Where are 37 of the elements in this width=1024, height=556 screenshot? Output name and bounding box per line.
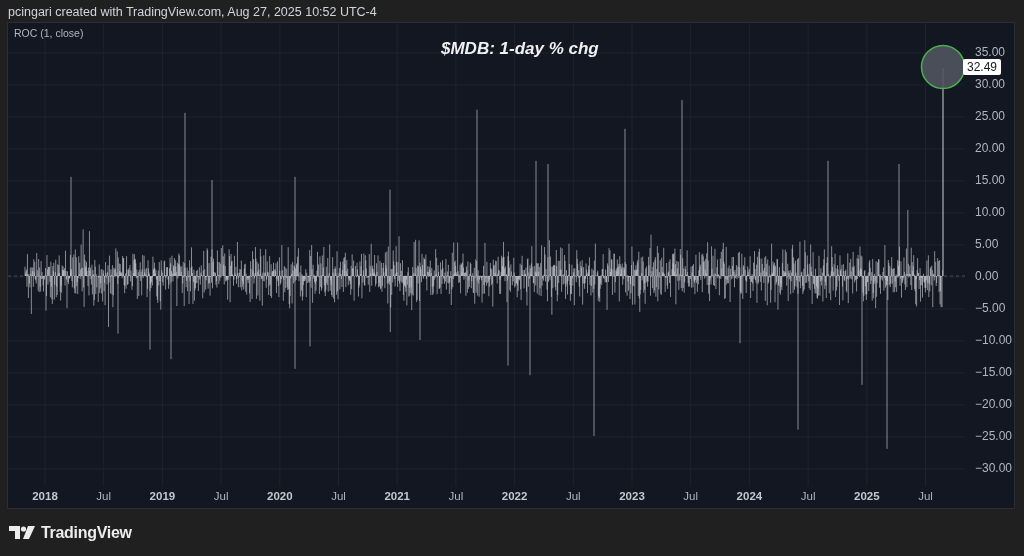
price-axis-label: 35.00 bbox=[975, 45, 1006, 59]
price-axis-label: −5.00 bbox=[975, 301, 1006, 315]
time-axis-label: Jul bbox=[565, 490, 581, 502]
time-axis-label: Jul bbox=[213, 490, 229, 502]
price-axis-label: −25.00 bbox=[975, 429, 1013, 443]
price-axis-label: 10.00 bbox=[975, 205, 1006, 219]
last-value-badge: 32.49 bbox=[963, 59, 1002, 75]
time-axis-label: Jul bbox=[800, 490, 816, 502]
time-axis-label: 2019 bbox=[149, 490, 176, 502]
time-axis-label: 2025 bbox=[854, 490, 880, 502]
price-axis-label: 0.00 bbox=[975, 269, 999, 283]
price-axis-label: −20.00 bbox=[975, 397, 1013, 411]
time-axis-label: 2018 bbox=[32, 490, 58, 502]
time-axis-label: Jul bbox=[683, 490, 699, 502]
time-axis-label: 2021 bbox=[384, 490, 410, 502]
time-axis-label: 2022 bbox=[501, 490, 528, 502]
price-axis-label: −30.00 bbox=[975, 461, 1013, 475]
time-axis-label: 2023 bbox=[619, 490, 645, 502]
time-axis-label: Jul bbox=[96, 490, 112, 502]
attribution-text: pcingari created with TradingView.com, Aug 27, 2025 10:52 UTC-4 bbox=[7, 4, 378, 21]
time-axis-label: Jul bbox=[448, 490, 464, 502]
brand-logo[interactable]: TradingView bbox=[9, 523, 132, 542]
price-axis-label: 5.00 bbox=[975, 237, 999, 251]
price-axis-label: −15.00 bbox=[975, 365, 1013, 379]
time-axis-label: Jul bbox=[918, 490, 933, 502]
price-axis-label: −10.00 bbox=[975, 333, 1013, 347]
time-axis-label: Jul bbox=[331, 490, 346, 502]
price-axis-label: 30.00 bbox=[975, 77, 1006, 91]
price-axis-label: 20.00 bbox=[975, 141, 1006, 155]
price-axis-label: 15.00 bbox=[975, 173, 1006, 187]
time-axis-label: 2024 bbox=[736, 490, 763, 502]
time-axis-label: 2020 bbox=[267, 490, 293, 502]
price-axis-label: 25.00 bbox=[975, 109, 1006, 123]
logo-icon bbox=[9, 525, 35, 540]
indicator-legend: ROC (1, close) bbox=[14, 27, 84, 39]
chart-title: $MDB: 1-day % chg bbox=[441, 39, 599, 59]
brand-name: TradingView bbox=[41, 523, 132, 542]
